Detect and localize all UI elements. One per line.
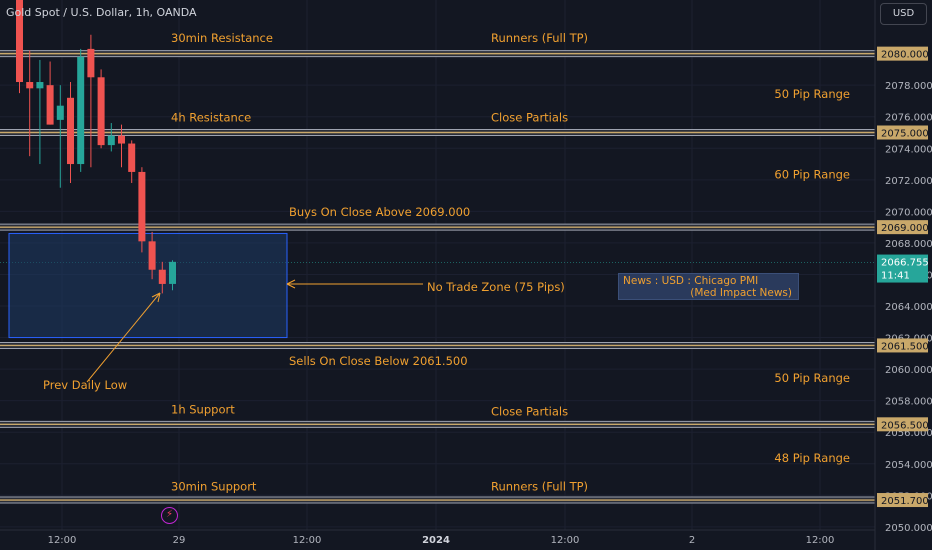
level-price-label: 2056.500 [881, 420, 929, 431]
price-tick-label: 2060.000 [885, 365, 932, 376]
candle-body [87, 48, 95, 78]
annotation-label: 30min Support [171, 480, 257, 494]
candle-body [169, 261, 176, 284]
news-line-1: News : USD : Chicago PMI [623, 275, 759, 287]
annotation-label: Close Partials [491, 110, 568, 124]
time-tick-label: 2024 [422, 535, 450, 546]
annotation-label: No Trade Zone (75 Pips) [427, 280, 565, 294]
price-tick-label: 2054.000 [885, 460, 932, 471]
level-price-label: 2051.700 [881, 496, 929, 507]
annotation-label: Runners (Full TP) [491, 480, 588, 494]
candle-body [158, 269, 166, 284]
candle-body [128, 143, 136, 172]
annotation-label: 60 Pip Range [774, 167, 850, 181]
price-tick-label: 2072.000 [885, 176, 932, 187]
candle-body [97, 77, 105, 146]
time-tick-label: 12:00 [551, 535, 580, 546]
annotation-label: Prev Daily Low [43, 378, 127, 392]
price-tick-label: 2050.000 [885, 523, 932, 534]
candle-body [56, 105, 64, 120]
news-line-2: (Med Impact News) [690, 287, 792, 299]
candle-body [67, 97, 74, 165]
price-tick-label: 2070.000 [885, 207, 932, 218]
annotation-label: 50 Pip Range [774, 87, 850, 101]
time-tick-label: 29 [173, 535, 186, 546]
annotation-label: Runners (Full TP) [491, 31, 588, 45]
price-tick-label: 2074.000 [885, 144, 932, 155]
candle-body [148, 241, 156, 270]
no-trade-zone-box [8, 232, 288, 339]
annotation-label: 4h Resistance [171, 110, 251, 124]
countdown-label: 11:41 [881, 271, 910, 282]
annotation-label: Close Partials [491, 405, 568, 419]
candle-body [77, 56, 85, 165]
price-tick-label: 2076.000 [885, 113, 932, 124]
level-price-label: 2069.000 [881, 223, 929, 234]
candle-body [118, 135, 125, 144]
time-tick-label: 12:00 [806, 535, 835, 546]
news-label: News : USD : Chicago PMI (Med Impact New… [618, 273, 799, 300]
price-tick-label: 2068.000 [885, 239, 932, 250]
time-tick-label: 12:00 [48, 535, 77, 546]
time-tick-label: 2 [689, 535, 695, 546]
annotation-label: Buys On Close Above 2069.000 [289, 205, 470, 219]
annotation-label: 1h Support [171, 402, 235, 416]
candle-body [46, 85, 54, 125]
candle-body [107, 135, 115, 146]
price-tick-label: 2058.000 [885, 397, 932, 408]
currency-button[interactable]: USD [880, 3, 927, 25]
annotation-label: Sells On Close Below 2061.500 [289, 354, 468, 368]
level-price-label: 2080.000 [881, 50, 929, 61]
current-price-label: 2066.755 [881, 258, 929, 269]
candle-body [36, 82, 44, 89]
price-tick-label: 2064.000 [885, 302, 932, 313]
symbol-title: Gold Spot / U.S. Dollar, 1h, OANDA [6, 6, 197, 19]
level-price-label: 2061.500 [881, 341, 929, 352]
annotation-label: 30min Resistance [171, 31, 273, 45]
candle-body [138, 171, 146, 242]
annotation-label: 50 Pip Range [774, 371, 850, 385]
price-tick-label: 2078.000 [885, 81, 932, 92]
time-tick-label: 12:00 [293, 535, 322, 546]
lightning-event-icon[interactable]: ⚡ [161, 507, 178, 524]
level-price-label: 2075.000 [881, 129, 929, 140]
annotation-label: 48 Pip Range [774, 451, 850, 465]
candle-body [26, 82, 34, 89]
